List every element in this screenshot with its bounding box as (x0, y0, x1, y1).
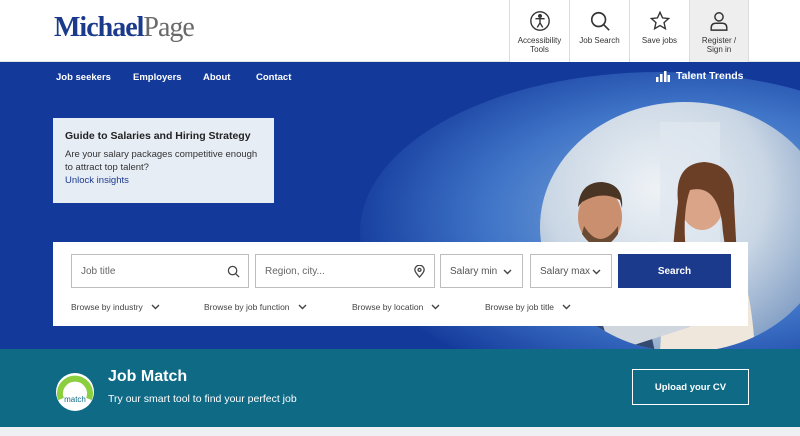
browse-by-job-function[interactable]: Browse by job function (204, 302, 307, 312)
chevron-down-icon (431, 304, 440, 310)
nav-job-seekers[interactable]: Job seekers (56, 72, 111, 83)
location-pin-icon (414, 265, 425, 278)
nav-about[interactable]: About (203, 72, 230, 83)
job-match-subtitle: Try our smart tool to find your perfect … (108, 393, 297, 405)
nav-employers[interactable]: Employers (133, 72, 182, 83)
job-title-field (71, 254, 249, 288)
job-match-gauge-icon: match (56, 373, 94, 411)
michael-page-logo[interactable]: MichaelPage (54, 12, 195, 44)
job-title-input[interactable] (72, 255, 248, 287)
save-jobs-button[interactable]: Save jobs (629, 0, 689, 62)
browse-label: Browse by job function (204, 302, 290, 312)
chevron-down-icon (298, 304, 307, 310)
chevron-down-icon (151, 304, 160, 310)
browse-label: Browse by industry (71, 302, 143, 312)
job-match-band: match Job Match Try our smart tool to fi… (0, 349, 800, 427)
browse-by-industry[interactable]: Browse by industry (71, 302, 160, 312)
unlock-insights-link[interactable]: Unlock insights (65, 175, 262, 186)
accessibility-icon (529, 11, 550, 31)
tool-label: Job Search (579, 36, 620, 45)
salary-min-value: Salary min (450, 265, 498, 277)
tool-label: Save jobs (641, 36, 678, 45)
footer-strip (0, 427, 800, 436)
upload-cv-button[interactable]: Upload your CV (632, 369, 749, 405)
star-icon (649, 10, 670, 31)
region-field (255, 254, 435, 288)
accessibility-tools-button[interactable]: Accessibility Tools (509, 0, 569, 62)
tool-label: Accessibility Tools (517, 36, 562, 54)
salary-min-select[interactable]: Salary min (440, 254, 523, 288)
browse-label: Browse by job title (485, 302, 554, 312)
promo-description: Are your salary packages competitive eno… (65, 149, 258, 173)
tool-label: Register / Sign in (701, 36, 737, 54)
salary-max-select[interactable]: Salary max (530, 254, 612, 288)
user-icon (710, 12, 728, 31)
bar-chart-icon (656, 70, 670, 82)
chevron-down-icon (592, 269, 601, 275)
browse-label: Browse by location (352, 302, 424, 312)
register-sign-in-button[interactable]: Register / Sign in (689, 0, 749, 62)
salary-max-value: Salary max (540, 265, 591, 277)
talent-trends-label: Talent Trends (676, 70, 744, 82)
chevron-down-icon (562, 304, 571, 310)
region-input[interactable] (256, 255, 434, 287)
browse-by-location[interactable]: Browse by location (352, 302, 440, 312)
chevron-down-icon (503, 269, 512, 275)
match-badge-text: match (64, 395, 86, 404)
job-search-button[interactable]: Job Search (569, 0, 629, 62)
job-match-title: Job Match (108, 368, 188, 385)
search-icon (590, 11, 610, 31)
main-nav: Job seekers Employers About Contact Tale… (0, 62, 800, 92)
nav-contact[interactable]: Contact (256, 72, 291, 83)
search-button[interactable]: Search (618, 254, 731, 288)
talent-trends-link[interactable]: Talent Trends (656, 70, 744, 82)
browse-by-job-title[interactable]: Browse by job title (485, 302, 571, 312)
search-icon (227, 265, 240, 278)
promo-title: Guide to Salaries and Hiring Strategy (65, 130, 251, 142)
job-search-panel: Salary min Salary max Search Browse by i… (53, 242, 748, 326)
site-header: MichaelPage Accessibility Tools Job Sear… (0, 0, 800, 62)
header-tools: Accessibility Tools Job Search Save jobs… (509, 0, 749, 62)
salary-guide-promo: Guide to Salaries and Hiring Strategy Ar… (53, 118, 274, 203)
